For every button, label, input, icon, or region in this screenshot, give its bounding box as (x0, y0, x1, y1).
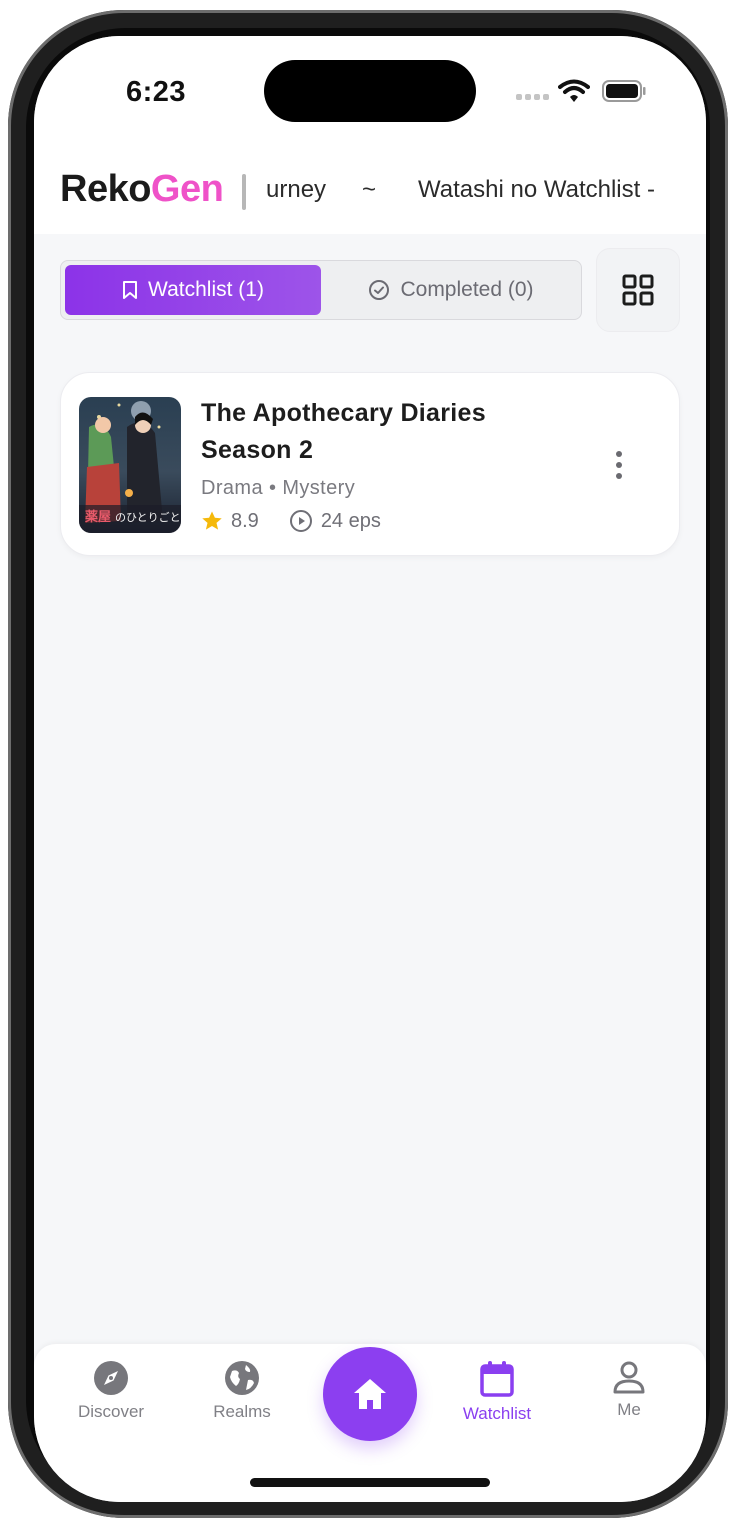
marquee-separator: ~ (362, 176, 377, 203)
star-icon (202, 511, 222, 530)
home-button[interactable] (323, 1347, 417, 1441)
watchlist-item-card[interactable]: 薬屋 のひとりごと The Apothecary Diaries Season … (60, 372, 680, 556)
bookmark-icon (123, 281, 138, 299)
nav-watchlist-label: Watchlist (462, 1404, 532, 1423)
svg-text:のひとりごと: のひとりごと (115, 510, 181, 524)
globe-icon (225, 1361, 259, 1395)
logo-text-primary: Reko (60, 168, 151, 210)
check-circle-icon (369, 280, 390, 300)
home-icon (354, 1379, 386, 1409)
marquee-text-2: Watashi no Watchlist - (418, 176, 655, 203)
app-screen: 6:23 RekoGen urney ~ Watashi no Watchlis… (34, 36, 706, 1502)
grid-icon (622, 274, 654, 306)
more-options-icon[interactable] (601, 441, 637, 489)
header-marquee: urney ~ Watashi no Watchlist - (266, 176, 686, 208)
tab-watchlist-label: Watchlist (1) (148, 278, 264, 301)
tab-completed-label: Completed (0) (400, 278, 534, 301)
nav-realms-label: Realms (213, 1402, 271, 1421)
tab-watchlist[interactable]: Watchlist (1) (65, 265, 321, 315)
anime-title: The Apothecary Diaries Season 2 (201, 395, 561, 469)
anime-genres: Drama • Mystery (201, 477, 356, 499)
battery-icon (602, 80, 646, 102)
cellular-signal-icon (516, 94, 549, 100)
nav-me-label: Me (617, 1400, 641, 1419)
bottom-navigation: Discover Realms Watchlist Me (34, 1344, 706, 1502)
play-circle-icon (289, 510, 312, 532)
anime-meta: 8.9 24 eps (201, 509, 381, 533)
app-header: RekoGen urney ~ Watashi no Watchlist - (34, 146, 706, 234)
anime-title-line-1: The Apothecary Diaries (201, 399, 486, 427)
svg-text:薬屋: 薬屋 (84, 509, 111, 525)
anime-poster: 薬屋 のひとりごと (79, 397, 181, 533)
compass-icon (94, 1361, 128, 1395)
nav-me[interactable]: Me (574, 1360, 684, 1420)
home-indicator (250, 1478, 490, 1487)
watchlist-tabs: Watchlist (1) Completed (0) (60, 260, 582, 320)
marquee-text-1: urney (266, 176, 327, 203)
nav-realms[interactable]: Realms (187, 1360, 297, 1422)
anime-episodes: 24 eps (320, 509, 381, 532)
logo-text-accent: Gen (150, 168, 224, 210)
wifi-icon (558, 79, 590, 102)
calendar-icon (480, 1361, 514, 1397)
header-divider (242, 174, 246, 210)
nav-discover[interactable]: Discover (56, 1360, 166, 1422)
grid-view-button[interactable] (596, 248, 680, 332)
status-bar: 6:23 (34, 36, 706, 146)
status-time: 6:23 (126, 76, 187, 108)
tab-completed[interactable]: Completed (0) (323, 265, 579, 315)
nav-discover-label: Discover (77, 1402, 145, 1421)
person-icon (613, 1361, 645, 1394)
app-logo[interactable]: RekoGen (60, 168, 224, 211)
anime-rating: 8.9 (231, 509, 259, 532)
dynamic-island (264, 60, 476, 122)
nav-watchlist[interactable]: Watchlist (442, 1360, 552, 1424)
anime-title-line-2: Season 2 (201, 436, 314, 464)
